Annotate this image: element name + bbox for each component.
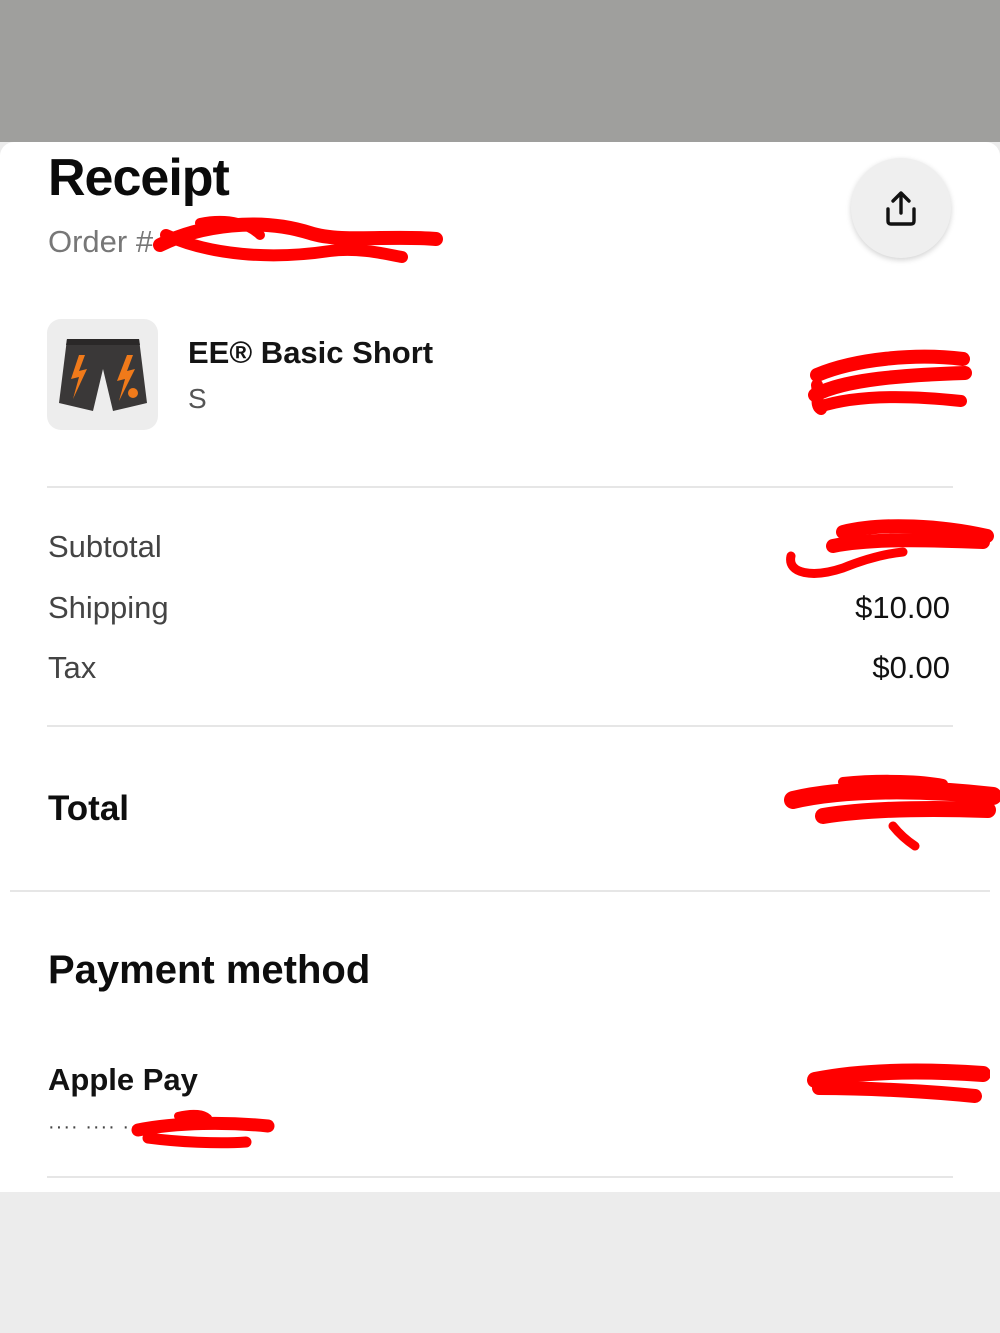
- screen: Receipt Order # EE® Basic Short S Subtot…: [0, 0, 1000, 1333]
- total-label: Total: [48, 789, 130, 828]
- payment-card-number: ···· ···· ···: [48, 1116, 146, 1138]
- order-number: Order #: [48, 224, 154, 259]
- tax-value: $0.00: [872, 650, 950, 685]
- product-thumbnail[interactable]: [47, 319, 158, 430]
- product-variant: S: [188, 383, 207, 414]
- divider: [47, 1176, 953, 1178]
- page-title: Receipt: [48, 149, 230, 207]
- subtotal-label: Subtotal: [48, 529, 162, 564]
- section-divider: [10, 890, 990, 892]
- share-button[interactable]: [851, 158, 951, 258]
- divider: [47, 486, 953, 488]
- background-area: [0, 1192, 1000, 1333]
- share-icon: [886, 191, 916, 226]
- receipt-sheet: [0, 142, 1000, 1192]
- tax-label: Tax: [48, 650, 97, 685]
- shorts-thumbnail: [58, 338, 147, 411]
- shipping-label: Shipping: [48, 590, 169, 625]
- dimmed-backdrop[interactable]: [0, 0, 1000, 142]
- product-name: EE® Basic Short: [188, 335, 434, 370]
- payment-method-name: Apple Pay: [48, 1062, 198, 1097]
- divider: [47, 725, 953, 727]
- shipping-value: $10.00: [855, 590, 950, 625]
- payment-method-heading: Payment method: [48, 948, 371, 992]
